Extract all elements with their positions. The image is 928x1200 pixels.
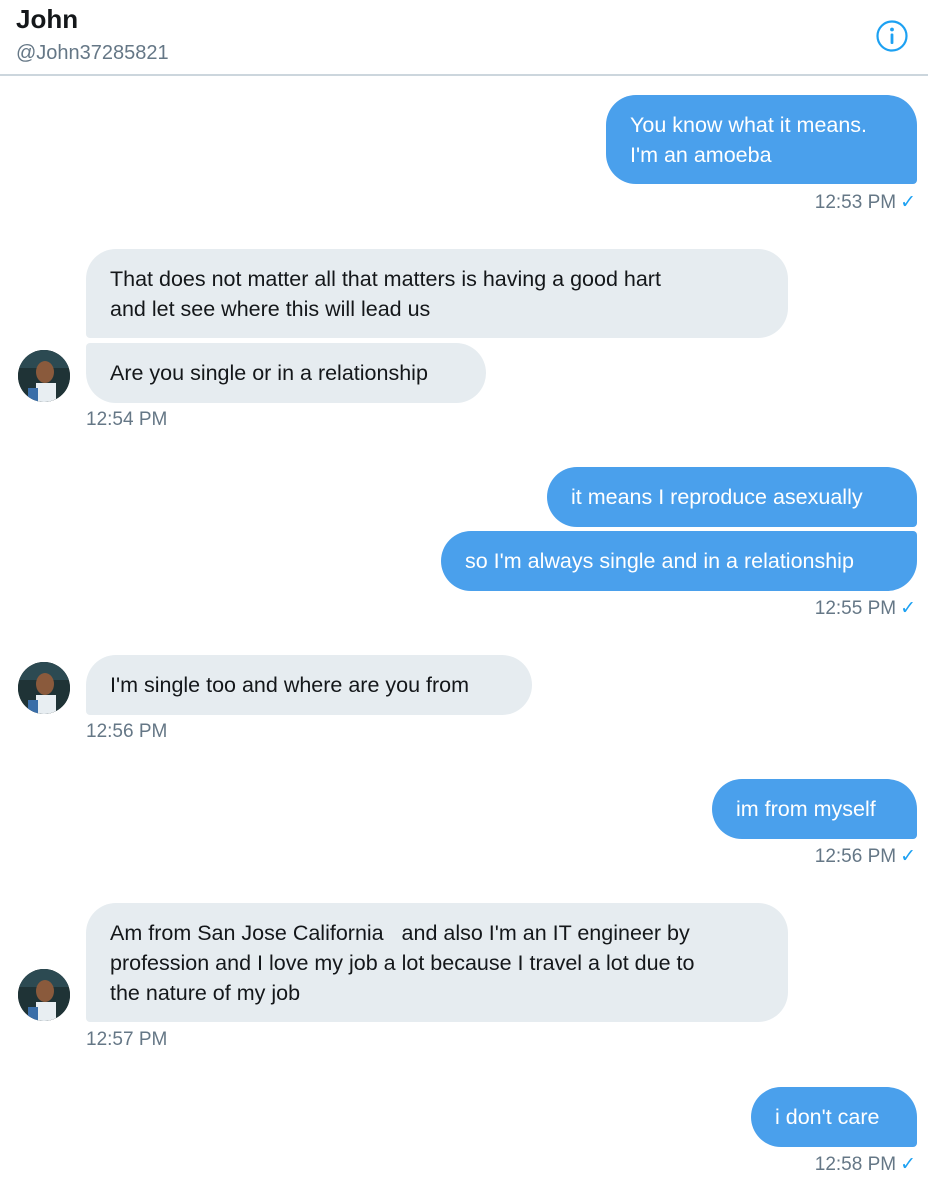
message-bubble-incoming[interactable]: I'm single too and where are you from bbox=[86, 655, 532, 715]
message-text: im from myself bbox=[736, 797, 876, 821]
contact-name[interactable]: John bbox=[16, 4, 78, 35]
message-text: Are you single or in a relationship bbox=[110, 361, 428, 385]
message-timestamp: 12:54 PM bbox=[86, 409, 168, 430]
message-text: and let see where this will lead us bbox=[110, 296, 431, 321]
contact-handle[interactable]: @John37285821 bbox=[16, 42, 169, 65]
message-bubble-incoming[interactable]: Are you single or in a relationship bbox=[86, 343, 486, 403]
message-text: so I'm always single and in a relationsh… bbox=[465, 549, 854, 573]
message-bubble-incoming[interactable]: That does not matter all that matters is… bbox=[86, 249, 788, 338]
sent-check-icon: ✓ bbox=[900, 846, 916, 867]
message-thread: You know what it means. I'm an amoeba 12… bbox=[0, 76, 928, 1200]
message-timestamp: 12:57 PM bbox=[86, 1029, 168, 1050]
avatar[interactable] bbox=[18, 662, 70, 714]
message-bubble-outgoing[interactable]: i don't care bbox=[751, 1087, 917, 1147]
message-text: I'm single too and where are you from bbox=[110, 673, 470, 697]
conversation-header: John @John37285821 bbox=[0, 0, 928, 76]
info-icon[interactable] bbox=[875, 19, 909, 53]
message-text: Am from San Jose California and also I'm… bbox=[110, 920, 690, 945]
message-bubble-outgoing[interactable]: im from myself bbox=[712, 779, 917, 839]
sent-check-icon: ✓ bbox=[900, 1154, 916, 1175]
message-text: profession and I love my job a lot becau… bbox=[110, 950, 695, 975]
message-text: You know what it means. bbox=[630, 112, 868, 137]
message-timestamp: 12:55 PM ✓ bbox=[814, 598, 916, 619]
message-timestamp: 12:58 PM ✓ bbox=[814, 1154, 916, 1175]
avatar[interactable] bbox=[18, 969, 70, 1021]
message-text: That does not matter all that matters is… bbox=[110, 266, 661, 291]
sent-check-icon: ✓ bbox=[900, 598, 916, 619]
message-text: I'm an amoeba bbox=[630, 142, 772, 167]
message-bubble-outgoing[interactable]: so I'm always single and in a relationsh… bbox=[441, 531, 917, 591]
message-text: the nature of my job bbox=[110, 980, 301, 1005]
message-timestamp: 12:56 PM bbox=[86, 721, 168, 742]
message-bubble-outgoing[interactable]: You know what it means. I'm an amoeba bbox=[606, 95, 917, 184]
message-bubble-incoming[interactable]: Am from San Jose California and also I'm… bbox=[86, 903, 788, 1022]
message-bubble-outgoing[interactable]: it means I reproduce asexually bbox=[547, 467, 917, 527]
message-text: it means I reproduce asexually bbox=[571, 485, 863, 509]
sent-check-icon: ✓ bbox=[900, 192, 916, 213]
message-timestamp: 12:56 PM ✓ bbox=[814, 846, 916, 867]
message-timestamp: 12:53 PM ✓ bbox=[814, 192, 916, 213]
avatar[interactable] bbox=[18, 350, 70, 402]
message-text: i don't care bbox=[775, 1105, 880, 1129]
